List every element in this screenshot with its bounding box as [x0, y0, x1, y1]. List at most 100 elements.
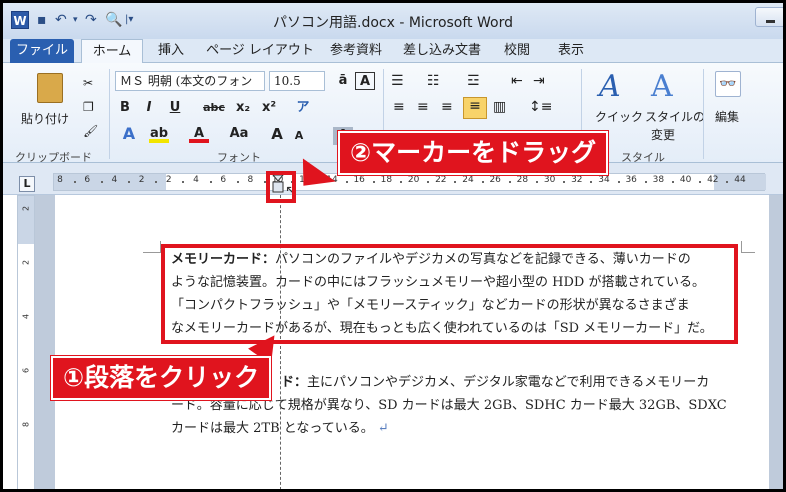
bold-button[interactable]: B: [115, 99, 135, 117]
tab-mailings[interactable]: 差し込み文書: [401, 39, 483, 63]
strikethrough-button[interactable]: abc: [199, 99, 229, 117]
ruler-tick-label: 6: [84, 175, 91, 185]
ruler-tick-dot: [454, 181, 457, 183]
ruler-tick-label: 16: [353, 175, 365, 185]
ruler-tick-dot: [508, 181, 511, 183]
ruler-tick-label: 8: [57, 175, 63, 185]
underline-button[interactable]: U: [165, 99, 185, 117]
ruler-tick-label: 6: [220, 175, 227, 185]
vruler-tick-label: 4: [21, 313, 31, 320]
ruler-tick-dot: [236, 181, 239, 183]
align-center-icon[interactable]: ≡: [417, 99, 429, 115]
copy-icon[interactable]: ❐: [83, 99, 94, 115]
change-styles-label[interactable]: スタイルの: [645, 109, 705, 125]
ruler-tick-label: 36: [625, 175, 637, 185]
ruler-tick-dot: [536, 181, 538, 183]
numbering-icon[interactable]: ☷: [427, 73, 440, 89]
paragraph-line: 主にパソコンやデジカメ、デジタル家電などで利用できるメモリーカ: [307, 375, 710, 390]
vruler-tick-label: 2: [21, 205, 31, 212]
paragraph-highlight-box: [161, 244, 738, 344]
tab-page-layout[interactable]: ページ レイアウト: [205, 39, 315, 63]
ruler-tick-label: 40: [679, 175, 692, 185]
tab-file[interactable]: ファイル: [10, 39, 74, 63]
ruler-tick-label: 2: [138, 175, 145, 185]
editing-label[interactable]: 編集: [715, 109, 739, 125]
ruler-tick-label: 26: [489, 175, 501, 185]
group-divider: [109, 69, 110, 159]
tab-selector[interactable]: L: [19, 176, 35, 192]
align-right-icon[interactable]: ≡: [441, 99, 453, 115]
bullets-icon[interactable]: ☰: [391, 73, 404, 89]
change-case-button[interactable]: Aa: [225, 125, 253, 143]
title-bar: W ▪ ↶ ▾ ↷ 🔍 |▾ パソコン用語.docx - Microsoft W…: [3, 3, 783, 39]
ruler-tick-label: 8: [247, 175, 254, 185]
justify-button-active[interactable]: ≡: [463, 97, 487, 119]
ruler-tick-dot: [182, 181, 185, 183]
italic-button[interactable]: I: [139, 99, 159, 117]
paste-icon[interactable]: [37, 73, 63, 103]
ruler-tick-label: 44: [734, 175, 746, 185]
ruler-tick-label: 20: [407, 175, 420, 185]
vruler-tick-label: 2: [21, 259, 31, 266]
paragraph-line: カードは最大 2TB となっている。: [171, 421, 374, 436]
change-styles-icon[interactable]: A: [651, 69, 683, 105]
page-margin-corner: [143, 241, 161, 253]
tab-home[interactable]: ホーム: [81, 39, 143, 64]
superscript-button[interactable]: x²: [259, 99, 279, 117]
font-size-combo[interactable]: 10.5: [269, 71, 325, 91]
horizontal-ruler[interactable]: 8642246810121416182022242628303234363840…: [53, 173, 766, 191]
format-painter-icon[interactable]: 🖌: [83, 123, 98, 139]
paste-button-label[interactable]: 貼り付け: [21, 111, 69, 127]
ruler-tick-label: 18: [380, 175, 393, 185]
multilevel-list-icon[interactable]: ☲: [467, 73, 480, 89]
shrink-font-button[interactable]: A: [289, 127, 309, 145]
ruler-tick-dot: [672, 181, 674, 183]
ruler-tick-label: 4: [193, 175, 199, 185]
ruler-tick-dot: [563, 181, 566, 183]
tab-references[interactable]: 参考資料: [325, 39, 387, 63]
vruler-tick-label: 8: [21, 421, 31, 428]
char-border-icon[interactable]: A: [355, 72, 375, 90]
line-spacing-icon[interactable]: ↕≡: [529, 99, 552, 115]
tab-view[interactable]: 表示: [551, 39, 591, 63]
ruler-tick-dot: [699, 181, 702, 183]
align-left-icon[interactable]: ≡: [393, 99, 405, 115]
ruler-tick-dot: [128, 181, 130, 183]
term-sd-card: ド：: [281, 375, 308, 390]
window-title: パソコン用語.docx - Microsoft Word: [273, 15, 513, 31]
font-color-button[interactable]: A: [189, 125, 209, 143]
tab-review[interactable]: 校閲: [497, 39, 537, 63]
quick-styles-icon[interactable]: A: [599, 69, 631, 105]
text-effect-icon[interactable]: A: [119, 125, 139, 143]
vertical-ruler: 2 2 4 6 8: [17, 195, 35, 489]
binoculars-icon[interactable]: 👓: [715, 71, 741, 97]
phonetic-guide-icon[interactable]: ā: [333, 72, 353, 90]
page-margin-corner: [741, 241, 755, 253]
group-divider: [703, 69, 704, 159]
ruler-tick-dot: [617, 181, 620, 183]
ruler-tick-dot: [644, 181, 647, 183]
font-name-combo[interactable]: ＭＳ 明朝 (本文のフォン: [115, 71, 265, 91]
change-styles-label-2[interactable]: 変更: [651, 127, 675, 143]
distributed-icon[interactable]: ▥: [493, 99, 506, 115]
cut-icon[interactable]: ✂: [83, 75, 93, 91]
clear-format-icon[interactable]: ア: [293, 99, 313, 117]
highlight-icon[interactable]: ab: [149, 125, 169, 143]
decrease-indent-icon[interactable]: ⇤: [511, 73, 523, 89]
minimize-button[interactable]: [755, 7, 783, 27]
ruler-tick-dot: [481, 181, 484, 183]
tab-insert[interactable]: 挿入: [151, 39, 191, 63]
ruler-tick-dot: [427, 181, 430, 183]
ruler-tick-dot: [100, 181, 103, 183]
subscript-button[interactable]: x₂: [233, 99, 253, 117]
ruler-tick-dot: [372, 181, 375, 183]
ruler-tick-label: 38: [652, 175, 665, 185]
ruler-tick-label: 34: [598, 175, 610, 185]
increase-indent-icon[interactable]: ⇥: [533, 73, 545, 89]
screenshot-frame: W ▪ ↶ ▾ ↷ 🔍 |▾ パソコン用語.docx - Microsoft W…: [0, 0, 786, 492]
quick-styles-label[interactable]: クイック: [595, 109, 643, 125]
ruler-tick-label: 28: [516, 175, 529, 185]
vruler-tick-label: 6: [21, 367, 31, 374]
grow-font-button[interactable]: A: [267, 125, 287, 143]
callout-click-paragraph: ①段落をクリック: [51, 356, 272, 400]
